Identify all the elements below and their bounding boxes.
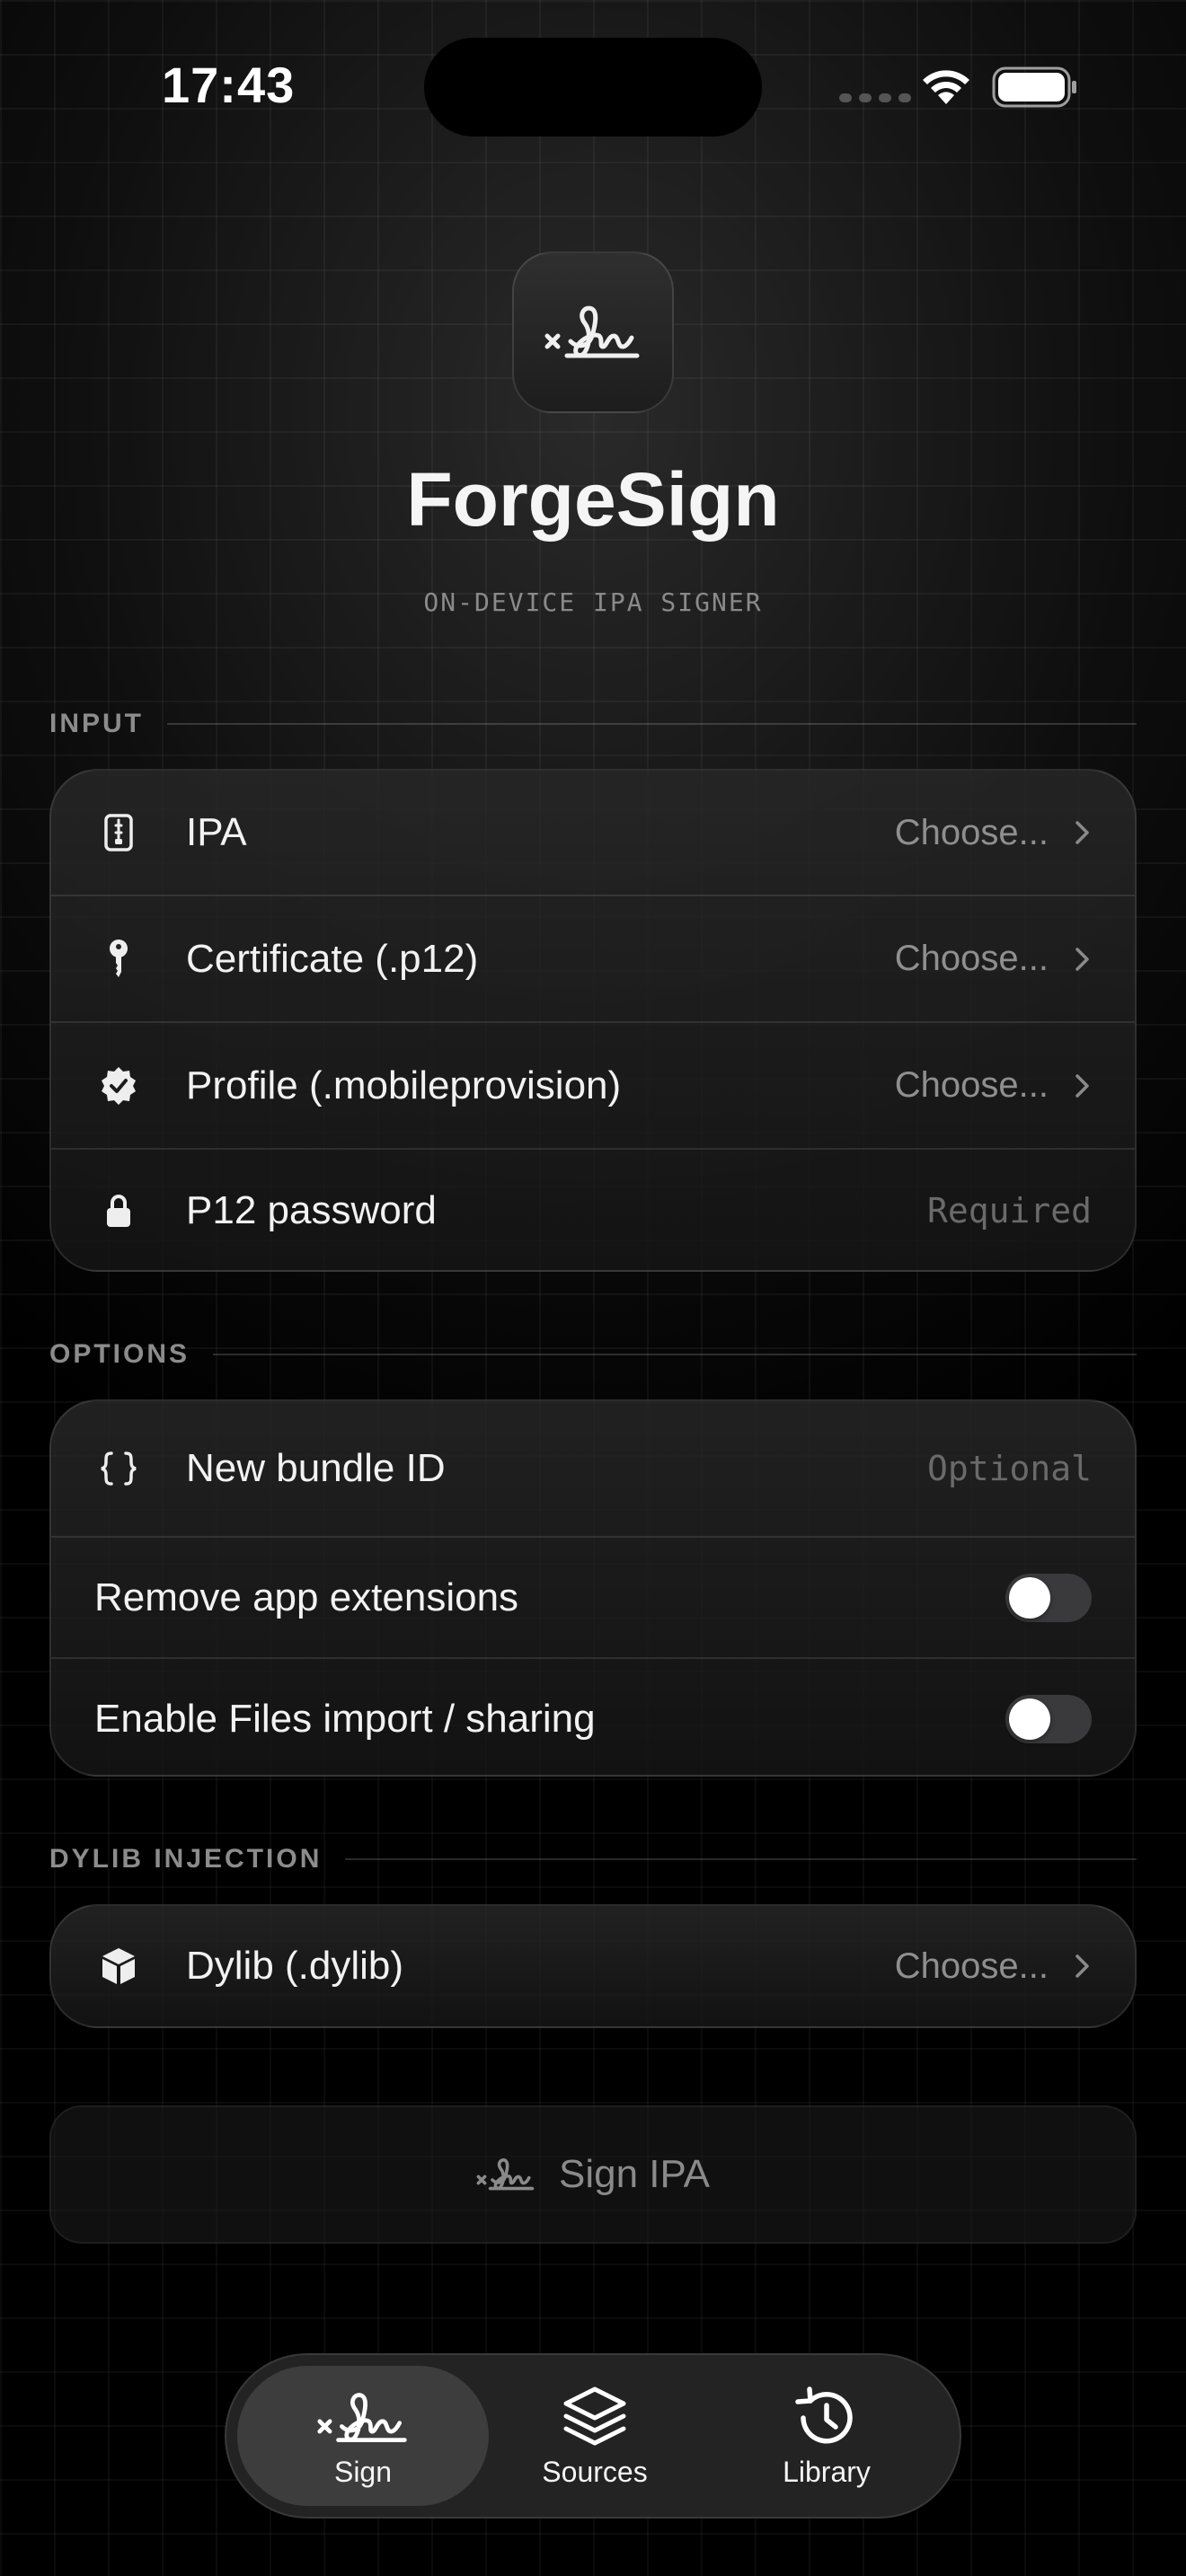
app-logo — [512, 251, 674, 413]
lock-icon — [96, 1188, 141, 1233]
chevron-right-icon — [1075, 947, 1089, 971]
signature-icon — [544, 305, 640, 358]
chevron-right-icon — [1075, 1954, 1089, 1978]
checkmark-seal-icon — [96, 1063, 141, 1108]
tab-sources[interactable]: Sources — [469, 2366, 721, 2506]
section-title: INPUT — [49, 709, 144, 738]
profile-choose-value: Choose... — [894, 1065, 1049, 1105]
stack-icon — [563, 2386, 626, 2445]
files-sharing-row: Enable Files import / sharing — [51, 1659, 1135, 1775]
dylib-card: Dylib (.dylib) Choose... — [49, 1904, 1137, 2028]
app-screen: 17:43 ForgeSign ON-DEVICE IPA SIGNER INP… — [0, 0, 1186, 2576]
dynamic-island — [424, 38, 762, 137]
ipa-choose-value: Choose... — [894, 812, 1049, 852]
zip-file-icon — [96, 810, 141, 855]
profile-label: Profile (.mobileprovision) — [186, 1063, 622, 1107]
toggle-knob — [1009, 1576, 1050, 1619]
key-icon — [96, 937, 141, 982]
dylib-label: Dylib (.dylib) — [186, 1944, 404, 1988]
input-card: IPA Choose... Certificate (.p12) Choose.… — [49, 769, 1137, 1272]
ipa-row[interactable]: IPA Choose... — [51, 771, 1135, 896]
section-title: OPTIONS — [49, 1339, 190, 1369]
certificate-label: Certificate (.p12) — [186, 936, 479, 981]
cellular-signal-icon — [839, 93, 911, 102]
p12-password-row: P12 password — [51, 1150, 1135, 1270]
profile-row[interactable]: Profile (.mobileprovision) Choose... — [51, 1023, 1135, 1150]
section-title: DYLIB INJECTION — [49, 1844, 323, 1874]
remove-extensions-row: Remove app extensions — [51, 1538, 1135, 1659]
files-sharing-label: Enable Files import / sharing — [94, 1696, 596, 1741]
section-divider — [213, 1354, 1137, 1355]
bundle-id-label: New bundle ID — [186, 1446, 446, 1490]
app-subtitle: ON-DEVICE IPA SIGNER — [423, 587, 763, 617]
remove-extensions-label: Remove app extensions — [94, 1575, 519, 1619]
tab-sign[interactable]: Sign — [237, 2366, 489, 2506]
bundle-id-row: New bundle ID — [51, 1401, 1135, 1538]
tab-label: Sign — [333, 2455, 393, 2488]
section-divider — [167, 723, 1137, 725]
chevron-right-icon — [1075, 821, 1089, 844]
section-header-options: OPTIONS — [49, 1337, 1137, 1372]
app-title: ForgeSign — [406, 457, 780, 542]
wifi-icon — [923, 70, 969, 104]
section-header-dylib: DYLIB INJECTION — [49, 1841, 1137, 1877]
signature-icon — [476, 2158, 535, 2191]
certificate-row[interactable]: Certificate (.p12) Choose... — [51, 896, 1135, 1023]
chevron-right-icon — [1075, 1073, 1089, 1098]
toggle-knob — [1009, 1698, 1050, 1740]
battery-icon — [992, 66, 1076, 108]
ipa-label: IPA — [186, 810, 247, 854]
remove-extensions-toggle[interactable] — [1005, 1573, 1092, 1622]
tab-label: Library — [783, 2455, 871, 2488]
sign-ipa-label: Sign IPA — [559, 2152, 710, 2196]
history-clock-icon — [795, 2386, 853, 2443]
p12-password-label: P12 password — [186, 1188, 437, 1232]
sign-ipa-button[interactable]: Sign IPA — [49, 2105, 1137, 2244]
tab-bar: Sign Sources Library — [225, 2353, 961, 2519]
dylib-choose-value: Choose... — [894, 1945, 1049, 1986]
tab-label: Sources — [542, 2455, 648, 2488]
curly-braces-icon — [96, 1446, 141, 1491]
files-sharing-toggle[interactable] — [1005, 1694, 1092, 1743]
section-divider — [345, 1858, 1137, 1860]
p12-password-input[interactable] — [786, 1191, 1092, 1231]
section-header-input: INPUT — [49, 706, 1137, 742]
status-time: 17:43 — [162, 57, 296, 113]
bundle-id-input[interactable] — [786, 1449, 1092, 1488]
dylib-row[interactable]: Dylib (.dylib) Choose... — [51, 1906, 1135, 2026]
certificate-choose-value: Choose... — [894, 939, 1049, 978]
options-card: New bundle ID Remove app extensions Enab… — [49, 1399, 1137, 1777]
tab-library[interactable]: Library — [701, 2366, 952, 2506]
signature-icon — [317, 2392, 407, 2442]
cube-icon — [96, 1944, 141, 1989]
